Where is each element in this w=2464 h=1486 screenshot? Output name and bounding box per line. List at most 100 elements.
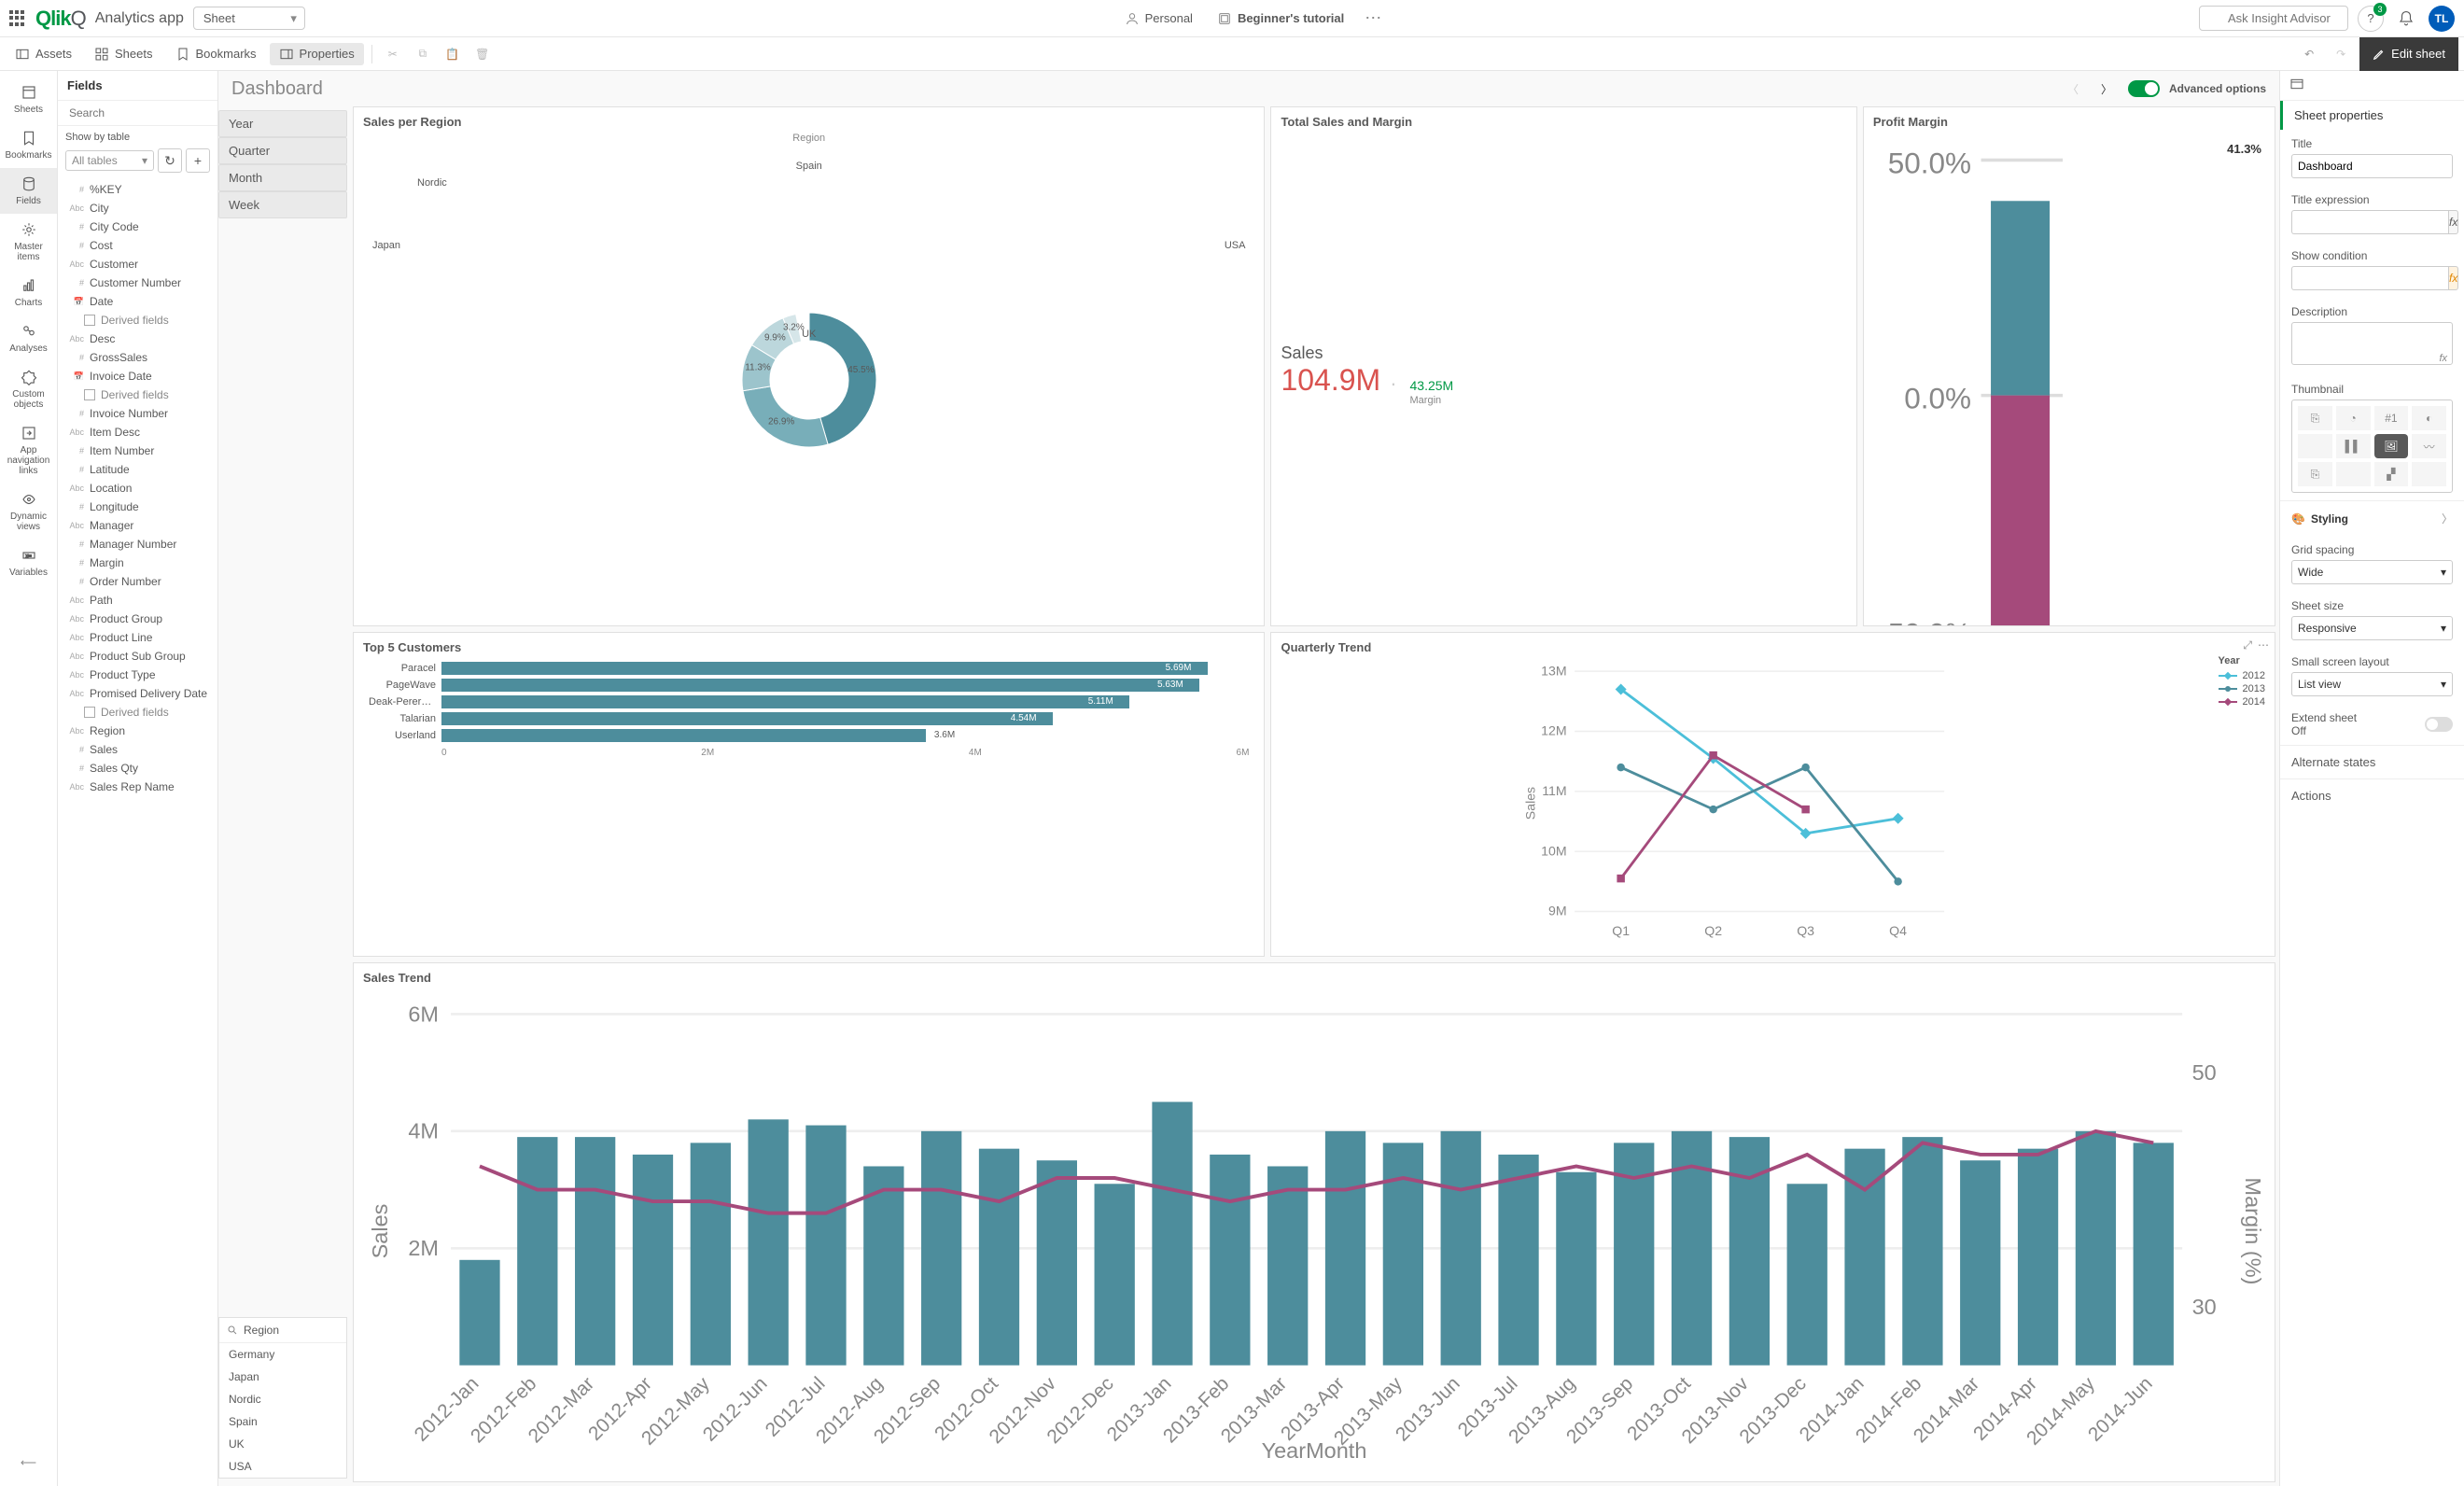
collapse-rail-icon[interactable]: ⟵ xyxy=(13,1449,44,1477)
dim-pill[interactable]: Week xyxy=(218,191,347,218)
field-derived[interactable]: Derived fields xyxy=(58,703,217,722)
rail-charts[interactable]: Charts xyxy=(0,270,57,315)
field-item[interactable]: #Latitude xyxy=(58,460,217,479)
field-item[interactable]: AbcProduct Line xyxy=(58,628,217,647)
field-item[interactable]: #City Code xyxy=(58,217,217,236)
more-menu-icon[interactable]: ⋯ xyxy=(1361,8,1387,28)
field-item[interactable]: AbcCity xyxy=(58,199,217,217)
region-item[interactable]: Nordic xyxy=(219,1388,346,1410)
profit-margin-card[interactable]: Profit Margin 41.3% 50.0% 0.0% -50.0% xyxy=(1863,106,2275,626)
field-item[interactable]: #%KEY xyxy=(58,180,217,199)
field-item[interactable]: AbcItem Desc xyxy=(58,423,217,442)
field-item[interactable]: AbcLocation xyxy=(58,479,217,498)
region-item[interactable]: USA xyxy=(219,1455,346,1478)
top-customers-card[interactable]: Top 5 Customers Paracel5.69MPageWave5.63… xyxy=(353,632,1265,957)
field-item[interactable]: 📅Invoice Date xyxy=(58,367,217,386)
expand-icon[interactable]: ⤢ xyxy=(2243,638,2252,652)
field-derived[interactable]: Derived fields xyxy=(58,386,217,404)
field-item[interactable]: AbcDesc xyxy=(58,329,217,348)
field-derived[interactable]: Derived fields xyxy=(58,311,217,329)
sheets-tab[interactable]: Sheets xyxy=(85,43,161,65)
fx-desc-icon[interactable]: fx xyxy=(2439,353,2447,364)
tables-select[interactable]: All tables▾ xyxy=(65,150,154,171)
field-item[interactable]: #Sales xyxy=(58,740,217,759)
rail-fields[interactable]: Fields xyxy=(0,168,57,214)
tutorial-button[interactable]: Beginner's tutorial xyxy=(1210,11,1351,26)
rail-dynamic-views[interactable]: Dynamic views xyxy=(0,484,57,540)
personal-button[interactable]: Personal xyxy=(1117,11,1200,26)
field-item[interactable]: AbcProduct Group xyxy=(58,610,217,628)
field-item[interactable]: AbcSales Rep Name xyxy=(58,778,217,796)
add-field-icon[interactable]: + xyxy=(186,148,210,173)
styling-row[interactable]: 🎨 Styling 〉 xyxy=(2280,500,2464,536)
quarterly-trend-card[interactable]: Quarterly Trend ⤢ ⋯ Year 2012 2013 2014 … xyxy=(1270,632,2275,957)
total-sales-kpi-card[interactable]: Total Sales and Margin Sales 104.9M · 43… xyxy=(1270,106,1856,626)
actions-row[interactable]: Actions xyxy=(2280,778,2464,812)
undo-icon[interactable]: ↶ xyxy=(2296,41,2322,67)
sales-trend-card[interactable]: Sales Trend 2M4M6M30502012-Jan2012-Feb20… xyxy=(353,962,2275,1482)
cut-icon[interactable]: ✂ xyxy=(380,41,406,67)
chart-menu-icon[interactable]: ⋯ xyxy=(2258,638,2269,652)
field-item[interactable]: #Manager Number xyxy=(58,535,217,554)
prev-sheet-icon[interactable]: 〈 xyxy=(2061,77,2085,101)
grid-spacing-select[interactable]: Wide▾ xyxy=(2291,560,2453,584)
thumbnail-preview[interactable]: ⎘◔#1◐ ▌▌🖼〰 ⎘▞ xyxy=(2291,400,2453,493)
properties-tab[interactable]: Properties xyxy=(270,43,364,65)
dim-pill[interactable]: Year xyxy=(218,110,347,137)
props-tab-sheet[interactable]: Sheet properties xyxy=(2280,101,2464,130)
prop-title-expr-input[interactable] xyxy=(2291,210,2448,234)
extend-toggle[interactable] xyxy=(2425,717,2453,732)
insight-input[interactable] xyxy=(2199,6,2348,31)
bell-icon[interactable] xyxy=(2393,6,2419,32)
prop-title-input[interactable] xyxy=(2291,154,2453,178)
props-object-icon[interactable] xyxy=(2280,71,2464,101)
copy-icon[interactable]: ⧉ xyxy=(410,41,436,67)
field-item[interactable]: AbcRegion xyxy=(58,722,217,740)
delete-icon[interactable]: 🗑 xyxy=(469,41,496,67)
insight-search[interactable]: ✦ xyxy=(2199,6,2348,31)
help-button[interactable]: ? 3 xyxy=(2358,6,2384,32)
redo-icon[interactable]: ↷ xyxy=(2328,41,2354,67)
region-item[interactable]: Spain xyxy=(219,1410,346,1433)
small-screen-select[interactable]: List view▾ xyxy=(2291,672,2453,696)
rail-master-items[interactable]: Master items xyxy=(0,214,57,270)
field-item[interactable]: #Invoice Number xyxy=(58,404,217,423)
field-item[interactable]: AbcProduct Type xyxy=(58,666,217,684)
field-item[interactable]: 📅Date xyxy=(58,292,217,311)
rail-sheets[interactable]: Sheets xyxy=(0,77,57,122)
rail-nav-links[interactable]: App navigation links xyxy=(0,417,57,484)
advanced-toggle[interactable] xyxy=(2128,80,2160,97)
assets-tab[interactable]: Assets xyxy=(6,43,81,65)
region-item[interactable]: Japan xyxy=(219,1366,346,1388)
field-item[interactable]: #Cost xyxy=(58,236,217,255)
field-item[interactable]: AbcPromised Delivery Date xyxy=(58,684,217,703)
apps-launcher-icon[interactable] xyxy=(9,10,26,27)
field-item[interactable]: #GrossSales xyxy=(58,348,217,367)
sheet-size-select[interactable]: Responsive▾ xyxy=(2291,616,2453,640)
field-item[interactable]: AbcPath xyxy=(58,591,217,610)
refresh-fields-icon[interactable]: ↻ xyxy=(158,148,182,173)
field-item[interactable]: AbcProduct Sub Group xyxy=(58,647,217,666)
rail-analyses[interactable]: Analyses xyxy=(0,315,57,361)
field-item[interactable]: #Order Number xyxy=(58,572,217,591)
field-item[interactable]: #Customer Number xyxy=(58,273,217,292)
field-item[interactable]: #Margin xyxy=(58,554,217,572)
dim-pill[interactable]: Quarter xyxy=(218,137,347,164)
region-filter[interactable]: Region GermanyJapanNordicSpainUKUSA xyxy=(218,1317,347,1479)
field-item[interactable]: #Item Number xyxy=(58,442,217,460)
field-item[interactable]: AbcCustomer xyxy=(58,255,217,273)
rail-variables[interactable]: x= Variables xyxy=(0,540,57,585)
fields-search[interactable] xyxy=(58,101,217,126)
edit-sheet-button[interactable]: Edit sheet xyxy=(2359,37,2458,71)
paste-icon[interactable]: 📋 xyxy=(440,41,466,67)
fx-button-cond[interactable]: fx xyxy=(2448,266,2458,290)
field-item[interactable]: AbcManager xyxy=(58,516,217,535)
prop-desc-input[interactable] xyxy=(2291,322,2453,365)
field-item[interactable]: #Sales Qty xyxy=(58,759,217,778)
sales-per-region-card[interactable]: Sales per Region Region 45.5%26.9%11.3%9… xyxy=(353,106,1265,626)
rail-bookmarks[interactable]: Bookmarks xyxy=(0,122,57,168)
region-item[interactable]: Germany xyxy=(219,1343,346,1366)
user-avatar[interactable]: TL xyxy=(2429,6,2455,32)
alternate-states-row[interactable]: Alternate states xyxy=(2280,745,2464,778)
fx-button[interactable]: fx xyxy=(2448,210,2458,234)
